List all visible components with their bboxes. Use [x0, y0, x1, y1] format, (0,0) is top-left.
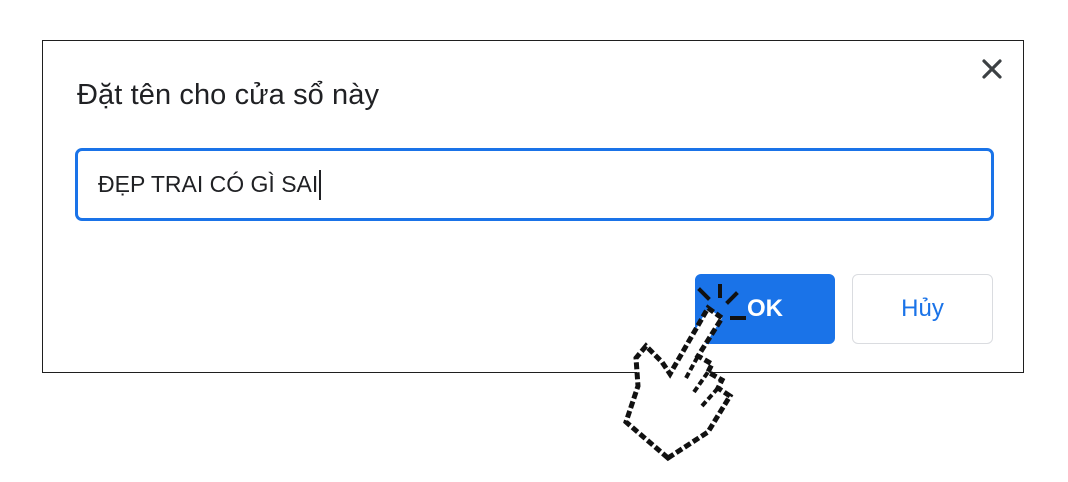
dialog-title: Đặt tên cho cửa sổ này	[77, 79, 380, 111]
rename-window-dialog: Đặt tên cho cửa sổ này ĐẸP TRAI CÓ GÌ SA…	[42, 40, 1024, 373]
window-name-input[interactable]: ĐẸP TRAI CÓ GÌ SAI	[75, 148, 994, 221]
hand-pointer-icon	[623, 284, 746, 462]
screen: Đặt tên cho cửa sổ này ĐẸP TRAI CÓ GÌ SA…	[0, 0, 1068, 482]
close-icon	[982, 59, 1002, 79]
input-value: ĐẸP TRAI CÓ GÌ SAI	[98, 171, 319, 197]
text-caret	[319, 169, 322, 200]
close-button[interactable]	[976, 53, 1008, 85]
cancel-button[interactable]: Hủy	[852, 274, 993, 344]
